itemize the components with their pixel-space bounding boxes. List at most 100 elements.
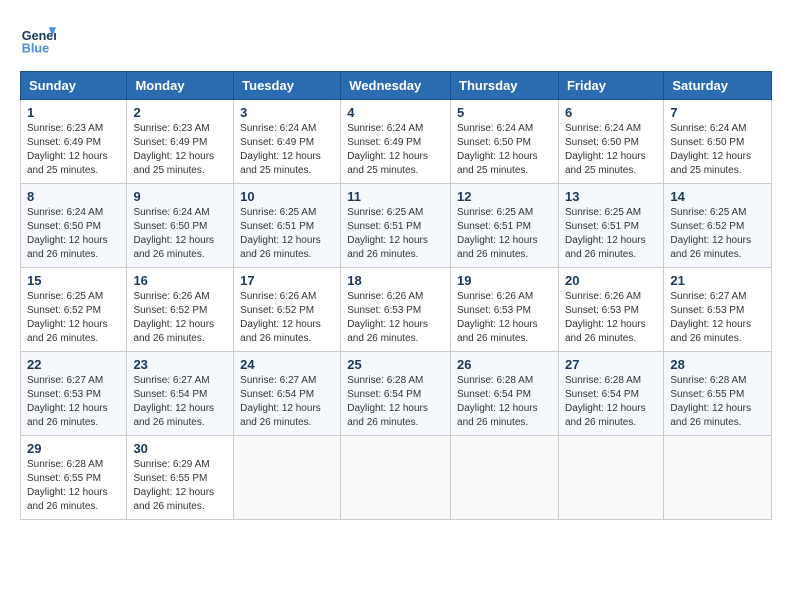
- calendar-cell: 26 Sunrise: 6:28 AM Sunset: 6:54 PM Dayli…: [451, 352, 559, 436]
- day-number: 9: [133, 189, 227, 204]
- day-info: Sunrise: 6:24 AM Sunset: 6:49 PM Dayligh…: [347, 122, 444, 178]
- svg-text:Blue: Blue: [22, 41, 49, 55]
- calendar-cell: 9Sunrise: 6:24 AM Sunset: 6:50 PM Daylig…: [127, 184, 234, 268]
- column-header-thursday: Thursday: [451, 72, 559, 100]
- calendar-week-row: 22 Sunrise: 6:27 AM Sunset: 6:53 PM Dayli…: [21, 352, 772, 436]
- day-info: Sunrise: 6:25 AM Sunset: 6:51 PM Dayligh…: [347, 206, 444, 262]
- day-number: 2: [133, 105, 227, 120]
- day-info: Sunrise: 6:24 AM Sunset: 6:50 PM Dayligh…: [670, 122, 765, 178]
- calendar-cell: 3 Sunrise: 6:24 AM Sunset: 6:49 PM Daylig…: [234, 100, 341, 184]
- day-number: 17: [240, 273, 334, 288]
- day-number: 5: [457, 105, 552, 120]
- calendar-cell: 16 Sunrise: 6:26 AM Sunset: 6:52 PM Dayli…: [127, 268, 234, 352]
- day-number: 27: [565, 357, 657, 372]
- column-header-wednesday: Wednesday: [341, 72, 451, 100]
- day-info: Sunrise: 6:24 AM Sunset: 6:50 PM Dayligh…: [565, 122, 657, 178]
- calendar-cell: 8 Sunrise: 6:24 AM Sunset: 6:50 PM Daylig…: [21, 184, 127, 268]
- calendar-cell: [341, 436, 451, 520]
- day-info: Sunrise: 6:25 AM Sunset: 6:52 PM Dayligh…: [27, 290, 120, 346]
- day-number: 15: [27, 273, 120, 288]
- logo-icon: General Blue: [20, 20, 56, 56]
- day-number: 1: [27, 105, 120, 120]
- day-info: Sunrise: 6:28 AM Sunset: 6:54 PM Dayligh…: [347, 374, 444, 430]
- day-number: 14: [670, 189, 765, 204]
- calendar-cell: 24 Sunrise: 6:27 AM Sunset: 6:54 PM Dayli…: [234, 352, 341, 436]
- day-info: Sunrise: 6:26 AM Sunset: 6:53 PM Dayligh…: [565, 290, 657, 346]
- calendar-cell: 12 Sunrise: 6:25 AM Sunset: 6:51 PM Dayli…: [451, 184, 559, 268]
- day-number: 29: [27, 441, 120, 456]
- calendar-cell: 7 Sunrise: 6:24 AM Sunset: 6:50 PM Daylig…: [664, 100, 772, 184]
- calendar-week-row: 15 Sunrise: 6:25 AM Sunset: 6:52 PM Dayli…: [21, 268, 772, 352]
- day-info: Sunrise: 6:23 AM Sunset: 6:49 PM Dayligh…: [27, 122, 120, 178]
- day-info: Sunrise: 6:28 AM Sunset: 6:54 PM Dayligh…: [457, 374, 552, 430]
- day-info: Sunrise: 6:26 AM Sunset: 6:52 PM Dayligh…: [133, 290, 227, 346]
- calendar-cell: 23Sunrise: 6:27 AM Sunset: 6:54 PM Dayli…: [127, 352, 234, 436]
- calendar-cell: 4Sunrise: 6:24 AM Sunset: 6:49 PM Daylig…: [341, 100, 451, 184]
- day-info: Sunrise: 6:24 AM Sunset: 6:50 PM Dayligh…: [457, 122, 552, 178]
- day-number: 24: [240, 357, 334, 372]
- logo: General Blue: [20, 20, 56, 56]
- calendar-cell: 17 Sunrise: 6:26 AM Sunset: 6:52 PM Dayli…: [234, 268, 341, 352]
- day-info: Sunrise: 6:26 AM Sunset: 6:53 PM Dayligh…: [457, 290, 552, 346]
- calendar-cell: 29Sunrise: 6:28 AM Sunset: 6:55 PM Dayli…: [21, 436, 127, 520]
- column-header-friday: Friday: [558, 72, 663, 100]
- column-header-sunday: Sunday: [21, 72, 127, 100]
- day-number: 11: [347, 189, 444, 204]
- calendar-cell: 25 Sunrise: 6:28 AM Sunset: 6:54 PM Dayli…: [341, 352, 451, 436]
- calendar-cell: 15 Sunrise: 6:25 AM Sunset: 6:52 PM Dayli…: [21, 268, 127, 352]
- day-info: Sunrise: 6:26 AM Sunset: 6:52 PM Dayligh…: [240, 290, 334, 346]
- calendar-cell: 22 Sunrise: 6:27 AM Sunset: 6:53 PM Dayli…: [21, 352, 127, 436]
- day-info: Sunrise: 6:25 AM Sunset: 6:52 PM Dayligh…: [670, 206, 765, 262]
- calendar-table: SundayMondayTuesdayWednesdayThursdayFrid…: [20, 71, 772, 520]
- page-header: General Blue: [20, 20, 772, 56]
- calendar-cell: 27 Sunrise: 6:28 AM Sunset: 6:54 PM Dayli…: [558, 352, 663, 436]
- day-number: 10: [240, 189, 334, 204]
- day-info: Sunrise: 6:24 AM Sunset: 6:50 PM Dayligh…: [27, 206, 120, 262]
- day-info: Sunrise: 6:25 AM Sunset: 6:51 PM Dayligh…: [240, 206, 334, 262]
- calendar-cell: 10 Sunrise: 6:25 AM Sunset: 6:51 PM Dayli…: [234, 184, 341, 268]
- day-number: 6: [565, 105, 657, 120]
- day-number: 30: [133, 441, 227, 456]
- day-info: Sunrise: 6:27 AM Sunset: 6:53 PM Dayligh…: [27, 374, 120, 430]
- day-number: 18: [347, 273, 444, 288]
- day-number: 22: [27, 357, 120, 372]
- calendar-cell: 6 Sunrise: 6:24 AM Sunset: 6:50 PM Daylig…: [558, 100, 663, 184]
- column-header-monday: Monday: [127, 72, 234, 100]
- calendar-cell: 5 Sunrise: 6:24 AM Sunset: 6:50 PM Daylig…: [451, 100, 559, 184]
- calendar-week-row: 8 Sunrise: 6:24 AM Sunset: 6:50 PM Daylig…: [21, 184, 772, 268]
- day-number: 8: [27, 189, 120, 204]
- day-number: 20: [565, 273, 657, 288]
- calendar-cell: 20 Sunrise: 6:26 AM Sunset: 6:53 PM Dayli…: [558, 268, 663, 352]
- day-info: Sunrise: 6:25 AM Sunset: 6:51 PM Dayligh…: [565, 206, 657, 262]
- calendar-cell: 1 Sunrise: 6:23 AM Sunset: 6:49 PM Daylig…: [21, 100, 127, 184]
- day-number: 12: [457, 189, 552, 204]
- day-info: Sunrise: 6:24 AM Sunset: 6:49 PM Dayligh…: [240, 122, 334, 178]
- calendar-header-row: SundayMondayTuesdayWednesdayThursdayFrid…: [21, 72, 772, 100]
- column-header-saturday: Saturday: [664, 72, 772, 100]
- day-info: Sunrise: 6:23 AM Sunset: 6:49 PM Dayligh…: [133, 122, 227, 178]
- day-number: 3: [240, 105, 334, 120]
- calendar-cell: 2 Sunrise: 6:23 AM Sunset: 6:49 PM Daylig…: [127, 100, 234, 184]
- calendar-cell: 18Sunrise: 6:26 AM Sunset: 6:53 PM Dayli…: [341, 268, 451, 352]
- day-info: Sunrise: 6:28 AM Sunset: 6:55 PM Dayligh…: [670, 374, 765, 430]
- day-info: Sunrise: 6:28 AM Sunset: 6:54 PM Dayligh…: [565, 374, 657, 430]
- calendar-cell: 13Sunrise: 6:25 AM Sunset: 6:51 PM Dayli…: [558, 184, 663, 268]
- day-info: Sunrise: 6:27 AM Sunset: 6:54 PM Dayligh…: [133, 374, 227, 430]
- calendar-week-row: 1 Sunrise: 6:23 AM Sunset: 6:49 PM Daylig…: [21, 100, 772, 184]
- calendar-cell: [451, 436, 559, 520]
- day-info: Sunrise: 6:29 AM Sunset: 6:55 PM Dayligh…: [133, 458, 227, 514]
- day-info: Sunrise: 6:27 AM Sunset: 6:53 PM Dayligh…: [670, 290, 765, 346]
- calendar-cell: [234, 436, 341, 520]
- calendar-cell: 14 Sunrise: 6:25 AM Sunset: 6:52 PM Dayli…: [664, 184, 772, 268]
- calendar-week-row: 29Sunrise: 6:28 AM Sunset: 6:55 PM Dayli…: [21, 436, 772, 520]
- day-number: 25: [347, 357, 444, 372]
- day-number: 21: [670, 273, 765, 288]
- day-info: Sunrise: 6:27 AM Sunset: 6:54 PM Dayligh…: [240, 374, 334, 430]
- day-number: 16: [133, 273, 227, 288]
- day-number: 26: [457, 357, 552, 372]
- day-number: 7: [670, 105, 765, 120]
- calendar-cell: 19Sunrise: 6:26 AM Sunset: 6:53 PM Dayli…: [451, 268, 559, 352]
- calendar-cell: 11 Sunrise: 6:25 AM Sunset: 6:51 PM Dayli…: [341, 184, 451, 268]
- day-info: Sunrise: 6:25 AM Sunset: 6:51 PM Dayligh…: [457, 206, 552, 262]
- calendar-cell: [664, 436, 772, 520]
